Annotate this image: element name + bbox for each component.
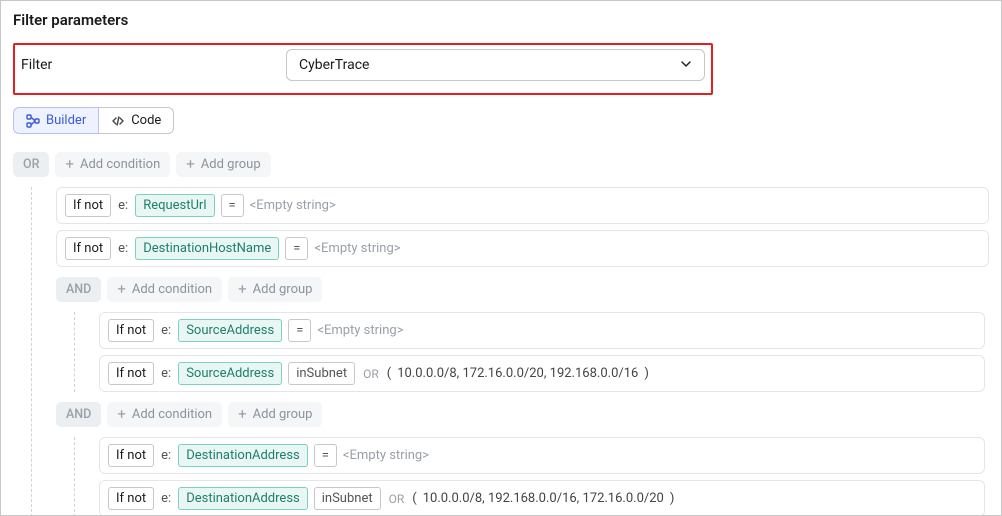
condition-field[interactable]: DestinationHostName bbox=[135, 237, 279, 260]
add-condition-label: Add condition bbox=[132, 407, 212, 422]
plus-icon: + bbox=[117, 407, 126, 422]
filter-parameters-panel: Filter parameters Filter CyberTrace Buil… bbox=[0, 0, 1002, 516]
close-paren: ) bbox=[644, 366, 649, 381]
ifnot-toggle[interactable]: If not bbox=[108, 362, 154, 385]
plus-icon: + bbox=[65, 157, 74, 172]
field-prefix: e: bbox=[117, 198, 129, 213]
condition-operator[interactable]: = bbox=[285, 237, 308, 260]
builder-icon bbox=[26, 114, 40, 128]
code-icon bbox=[111, 114, 125, 128]
tab-code[interactable]: Code bbox=[99, 107, 174, 134]
filter-label: Filter bbox=[21, 57, 286, 73]
condition-value: <Empty string> bbox=[250, 198, 336, 213]
filter-select-row: Filter CyberTrace bbox=[13, 43, 713, 95]
condition-operator[interactable]: = bbox=[221, 194, 244, 217]
chevron-down-icon bbox=[680, 58, 692, 73]
condition-value: <Empty string> bbox=[343, 448, 429, 463]
field-prefix: e: bbox=[160, 366, 172, 381]
field-prefix: e: bbox=[160, 448, 172, 463]
ifnot-toggle[interactable]: If not bbox=[65, 194, 111, 217]
root-add-group-button[interactable]: + Add group bbox=[176, 152, 270, 177]
field-prefix: e: bbox=[117, 241, 129, 256]
plus-icon: + bbox=[117, 282, 126, 297]
open-paren: ( bbox=[412, 491, 416, 506]
add-group-label: Add group bbox=[253, 282, 313, 297]
add-group-label: Add group bbox=[253, 407, 313, 422]
ifnot-toggle[interactable]: If not bbox=[108, 444, 154, 467]
root-op-pill[interactable]: OR bbox=[13, 152, 49, 177]
group-add-group-button[interactable]: + Add group bbox=[228, 277, 322, 302]
add-condition-label: Add condition bbox=[132, 282, 212, 297]
condition-value: <Empty string> bbox=[314, 241, 400, 256]
condition-value: <Empty string> bbox=[317, 323, 403, 338]
field-prefix: e: bbox=[160, 491, 172, 506]
close-paren: ) bbox=[670, 491, 675, 506]
open-paren: ( bbox=[387, 366, 391, 381]
ifnot-toggle[interactable]: If not bbox=[108, 487, 154, 510]
group-header: AND + Add condition + Add group bbox=[56, 273, 989, 306]
condition-field[interactable]: DestinationAddress bbox=[178, 487, 308, 510]
add-group-label: Add group bbox=[201, 157, 261, 172]
condition-operator[interactable]: inSubnet bbox=[288, 362, 355, 385]
condition-row[interactable]: If not e: DestinationAddress inSubnet OR… bbox=[99, 480, 985, 516]
condition-join: OR bbox=[389, 492, 405, 506]
plus-icon: + bbox=[238, 407, 247, 422]
root-group-header: OR + Add condition + Add group bbox=[13, 148, 989, 181]
ifnot-toggle[interactable]: If not bbox=[108, 319, 154, 342]
group-add-group-button[interactable]: + Add group bbox=[228, 402, 322, 427]
condition-operator[interactable]: = bbox=[314, 444, 337, 467]
group-add-condition-button[interactable]: + Add condition bbox=[107, 277, 222, 302]
condition-field[interactable]: SourceAddress bbox=[178, 362, 282, 385]
condition-operator[interactable]: inSubnet bbox=[314, 487, 381, 510]
field-prefix: e: bbox=[160, 323, 172, 338]
condition-tree: OR + Add condition + Add group If not e:… bbox=[13, 148, 989, 516]
tab-builder[interactable]: Builder bbox=[13, 107, 99, 134]
condition-row[interactable]: If not e: SourceAddress inSubnet OR ( 10… bbox=[99, 355, 985, 392]
tab-code-label: Code bbox=[131, 113, 161, 128]
ifnot-toggle[interactable]: If not bbox=[65, 237, 111, 260]
condition-join: OR bbox=[363, 367, 379, 381]
add-condition-label: Add condition bbox=[80, 157, 160, 172]
plus-icon: + bbox=[238, 282, 247, 297]
condition-field[interactable]: DestinationAddress bbox=[178, 444, 308, 467]
group-children: If not e: SourceAddress = <Empty string>… bbox=[74, 312, 989, 392]
root-children: If not e: RequestUrl = <Empty string> If… bbox=[31, 187, 989, 516]
condition-args: 10.0.0.0/8, 192.168.0.0/16, 172.16.0.0/2… bbox=[423, 491, 664, 506]
root-add-condition-button[interactable]: + Add condition bbox=[55, 152, 170, 177]
condition-operator[interactable]: = bbox=[288, 319, 311, 342]
condition-row[interactable]: If not e: SourceAddress = <Empty string> bbox=[99, 312, 985, 349]
panel-title: Filter parameters bbox=[13, 11, 989, 29]
group-add-condition-button[interactable]: + Add condition bbox=[107, 402, 222, 427]
condition-args: 10.0.0.0/8, 172.16.0.0/20, 192.168.0.0/1… bbox=[397, 366, 638, 381]
filter-selected-value: CyberTrace bbox=[299, 57, 369, 73]
group-op-pill[interactable]: AND bbox=[56, 402, 101, 427]
group-op-pill[interactable]: AND bbox=[56, 277, 101, 302]
condition-row[interactable]: If not e: DestinationAddress = <Empty st… bbox=[99, 437, 985, 474]
condition-row[interactable]: If not e: RequestUrl = <Empty string> bbox=[56, 187, 989, 224]
filter-select[interactable]: CyberTrace bbox=[286, 49, 705, 81]
mode-tabs: Builder Code bbox=[13, 107, 989, 134]
condition-row[interactable]: If not e: DestinationHostName = <Empty s… bbox=[56, 230, 989, 267]
group-header: AND + Add condition + Add group bbox=[56, 398, 989, 431]
group-children: If not e: DestinationAddress = <Empty st… bbox=[74, 437, 989, 516]
tab-builder-label: Builder bbox=[46, 113, 86, 128]
condition-field[interactable]: RequestUrl bbox=[135, 194, 214, 217]
condition-field[interactable]: SourceAddress bbox=[178, 319, 282, 342]
plus-icon: + bbox=[186, 157, 195, 172]
